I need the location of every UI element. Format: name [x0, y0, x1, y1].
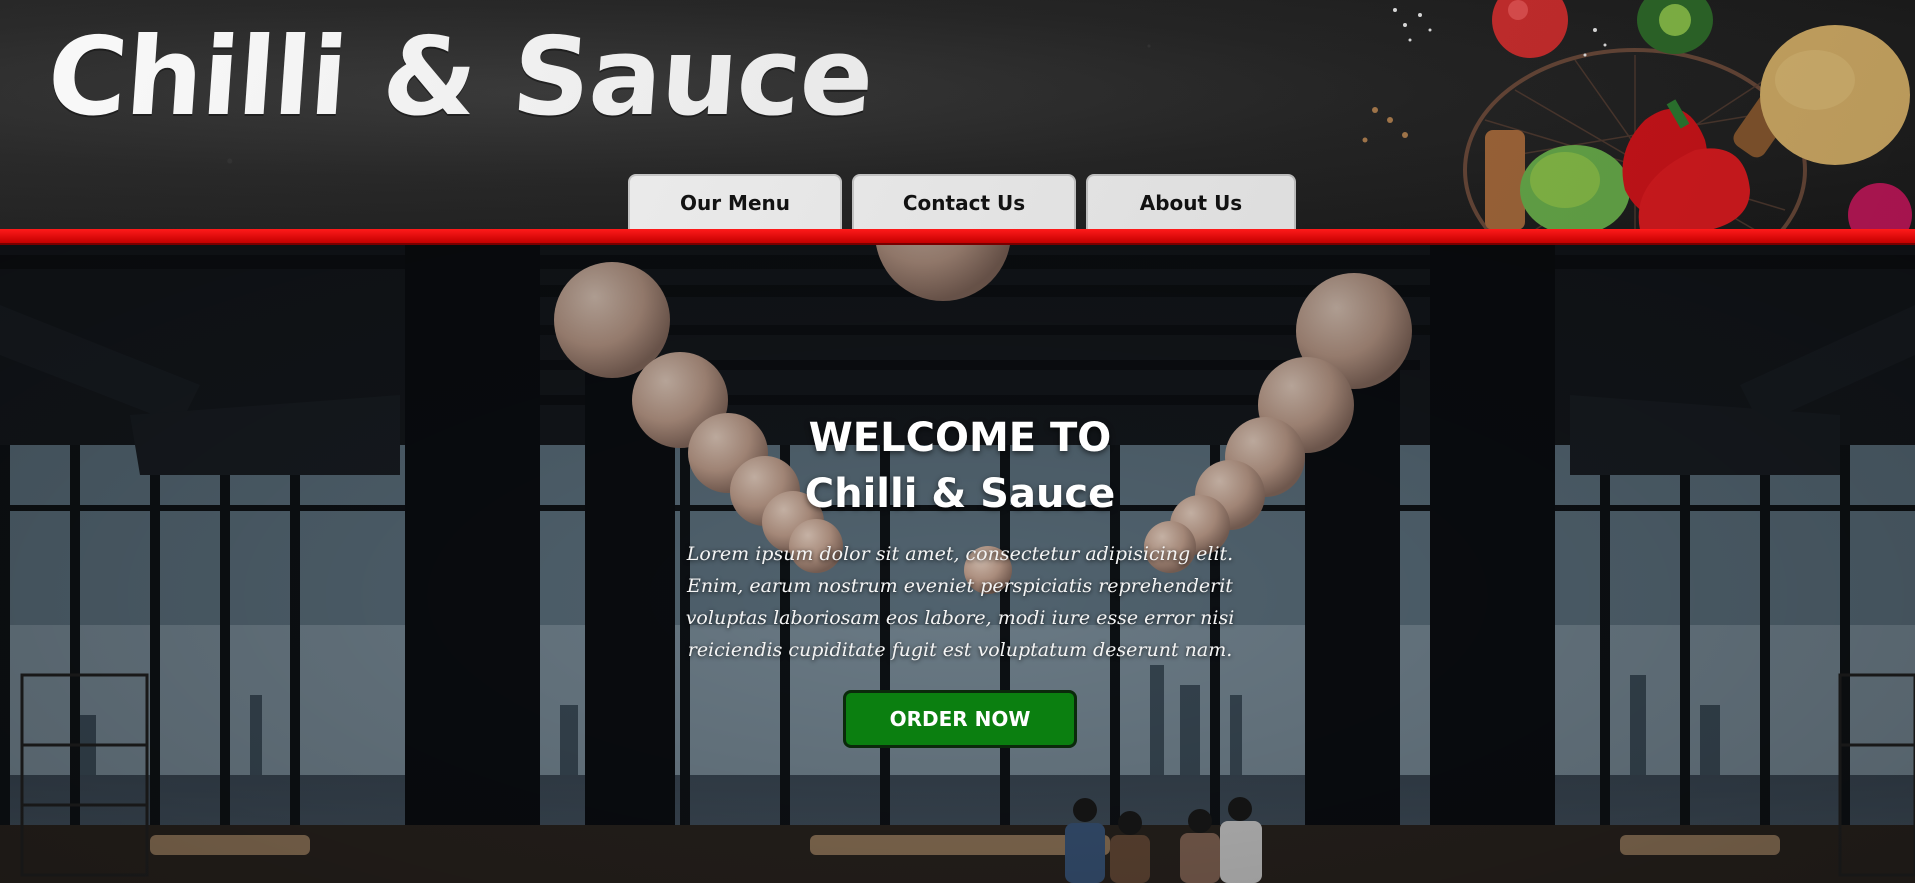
nav-contact-us-button[interactable]: Contact Us — [852, 174, 1076, 230]
hero-section: WELCOME TO Chilli & Sauce Lorem ipsum do… — [0, 245, 1915, 883]
hero-title-line2: Chilli & Sauce — [804, 471, 1116, 517]
order-now-label: ORDER NOW — [889, 707, 1031, 731]
hero-title: WELCOME TO Chilli & Sauce — [640, 410, 1280, 522]
nav-about-us-label: About Us — [1139, 191, 1243, 215]
vegetables-decoration-icon — [1362, 0, 1912, 230]
hero-title-line1: WELCOME TO — [808, 415, 1112, 461]
order-now-button[interactable]: ORDER NOW — [843, 690, 1077, 748]
hero-description: Lorem ipsum dolor sit amet, consectetur … — [685, 543, 1235, 661]
brand-logo-text[interactable]: Chilli & Sauce — [44, 15, 877, 140]
header-divider — [0, 229, 1915, 245]
nav-our-menu-button[interactable]: Our Menu — [628, 174, 842, 230]
hero-content: WELCOME TO Chilli & Sauce Lorem ipsum do… — [640, 410, 1280, 748]
site-header: Chilli & Sauce Our Menu Contact Us About… — [0, 0, 1915, 230]
nav-contact-us-label: Contact Us — [902, 191, 1026, 215]
nav-about-us-button[interactable]: About Us — [1086, 174, 1296, 230]
nav-our-menu-label: Our Menu — [679, 191, 790, 215]
